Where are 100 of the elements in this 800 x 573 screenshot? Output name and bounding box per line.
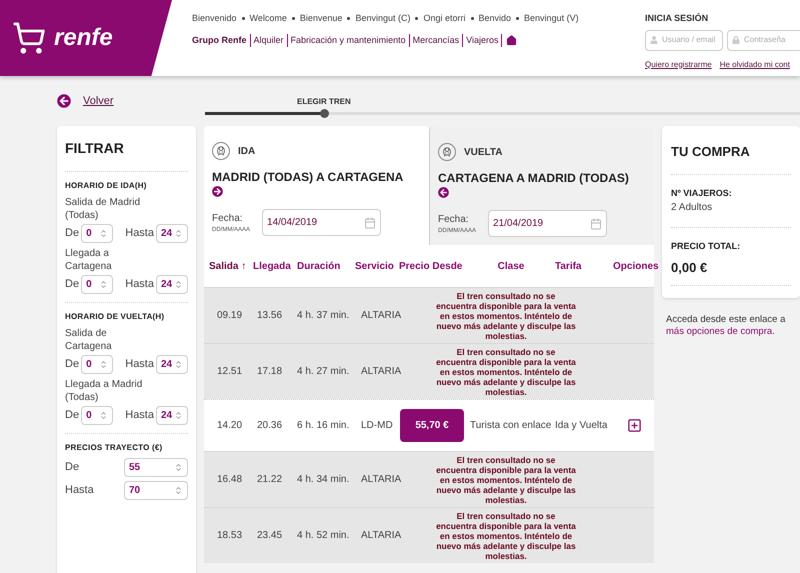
table-cell-text: 12.51 [216,365,244,379]
table-cell-text: 17.18 [256,365,284,379]
column-header[interactable]: Opciones [613,258,657,274]
language-link[interactable]: Benvingut (V) [524,12,579,26]
train-row[interactable]: 12.51 17.18 4 h. 27 min. ALTARIA El tren consultado no se encuentra disponible para la venta en estos momentos. Inténtelo de nuevo más adelante y disculpe las molestias. [204,343,654,399]
arrow-right-icon [212,186,223,197]
nav-link[interactable]: Fabricación y mantenimiento [288,34,410,47]
login-link[interactable]: Quiero registrarme [645,58,712,70]
column-header[interactable]: Llegada [253,258,297,274]
arrow-left-icon [438,187,449,198]
number-field[interactable]: 0 [81,406,114,425]
stepper-icon [174,411,183,420]
language-link[interactable]: Bienvenido [192,12,237,26]
column-header[interactable]: Salida ↑ [209,258,253,274]
number-field[interactable]: 24 [156,406,188,425]
stepper-icon [174,229,183,238]
route-title: CARTAGENA A MADRID (TODAS) [438,170,630,187]
section-title: HORARIO DE VUELTA(H) [65,311,166,323]
field-label: Salida de Cartagena [65,327,113,353]
language-link[interactable]: Bienvenue [300,12,342,26]
progress-label: ELEGIR TREN [296,96,352,108]
logo-text: renfe [54,23,113,53]
section-title: HORARIO DE IDA(H) [65,180,148,192]
nav-link[interactable]: Mercancías [410,34,464,47]
travellers-label: Nº VIAJEROS: [671,186,733,200]
unavailable-message: El tren consultado no se encuentra disponible para la venta en estos momentos. Inténtelo de nuevo más adelante y disculpe las molestias. [436,290,576,340]
column-header[interactable]: Duración [297,258,355,274]
language-link[interactable]: Ongi etorri [423,12,466,26]
language-link[interactable]: Benvido [478,12,512,26]
field-label: De [65,460,80,476]
language-link[interactable]: Welcome [250,12,287,26]
back-link[interactable]: Volver [83,92,114,110]
table-cell-text: Ida y Vuelta [555,419,608,433]
train-row[interactable]: 09.19 13.56 4 h. 37 min. ALTARIA El tren consultado no se encuentra disponible para la venta en estos momentos. Inténtelo de nuevo más adelante y disculpe las molestias. [204,287,654,343]
home-icon[interactable] [506,34,518,46]
stepper-icon [99,360,108,369]
field-label: Hasta [125,408,154,424]
number-field[interactable]: 55 [124,458,188,477]
table-cell-text: 09.19 [216,309,244,323]
table-cell-text: Turista con enlace [469,419,552,433]
table-cell-text: ALTARIA [360,473,399,487]
field-label: De [65,357,80,372]
date-field[interactable]: 21/04/2019 [488,210,608,237]
section-title: PRECIOS TRAYECTO (€) [65,442,164,454]
table-cell-text: 20.36 [256,419,284,433]
number-field[interactable]: 0 [81,224,114,243]
date-label: Fecha: [438,212,470,226]
table-cell-text: 13.56 [256,309,284,323]
number-field[interactable]: 24 [156,224,188,243]
table-cell-text: 18.53 [216,529,244,543]
train-icon [438,143,456,161]
table-cell-text: 16.48 [216,473,244,487]
table-cell-text: ALTARIA [360,309,399,323]
field-label: De [65,226,80,242]
column-header[interactable]: Servicio [355,258,399,274]
price-button[interactable]: 55,70 € [400,409,464,442]
unavailable-message: El tren consultado no se encuentra disponible para la venta en estos momentos. Inténtelo de nuevo más adelante y disculpe las molestias. [436,346,576,396]
stepper-icon [174,486,183,495]
number-field[interactable]: 24 [156,275,188,294]
number-field[interactable]: 0 [81,275,114,294]
filter-title: FILTRAR [65,139,125,158]
field-label: Hasta [65,483,94,498]
table-cell-text: 6 h. 16 min. [297,419,350,433]
stepper-icon [174,360,183,369]
purchase-note: Acceda desde este enlace a más opciones de compra. [665,314,786,338]
stepper-icon [99,280,108,289]
back-icon[interactable] [57,94,71,108]
lock-icon [732,36,740,44]
total-label: PRECIO TOTAL: [671,240,742,253]
login-link[interactable]: He olvidado mi cont [720,58,790,70]
logo[interactable]: renfe [0,0,172,76]
nav-link[interactable]: Grupo Renfe [192,34,251,47]
purchase-options-link[interactable]: más opciones de compra. [666,326,775,337]
number-field[interactable]: 70 [124,481,188,500]
table-cell-text: 21.22 [256,473,284,487]
field-label: Hasta [125,357,154,372]
table-cell-text: 4 h. 37 min. [297,309,350,323]
train-row[interactable]: 18.53 23.45 4 h. 52 min. ALTARIA El tren consultado no se encuentra disponible para la venta en estos momentos. Inténtelo de nuevo más adelante y disculpe las molestias. [204,507,654,563]
column-header[interactable]: Tarifa [555,258,613,274]
train-row[interactable]: 16.48 21.22 4 h. 34 min. ALTARIA El tren consultado no se encuentra disponible para la venta en estos momentos. Inténtelo de nuevo más adelante y disculpe las molestias. [204,451,654,507]
number-field[interactable]: 24 [156,355,188,374]
date-field[interactable]: 14/04/2019 [262,209,382,236]
column-header[interactable]: Precio Desde [399,258,467,274]
unavailable-message: El tren consultado no se encuentra disponible para la venta en estos momentos. Inténtelo de nuevo más adelante y disculpe las molestias. [436,510,576,560]
table-cell-text: 4 h. 27 min. [297,365,350,379]
add-icon[interactable] [627,418,642,433]
train-icon [212,142,230,160]
stepper-icon [99,411,108,420]
nav-link[interactable]: Viajeros [463,34,502,47]
column-header[interactable]: Clase [467,258,555,274]
nav-link[interactable]: Alquiler [250,34,288,47]
unavailable-message: El tren consultado no se encuentra disponible para la venta en estos momentos. Inténtelo de nuevo más adelante y disculpe las molestias. [436,454,576,504]
language-link[interactable]: Benvingut (C) [355,12,410,26]
user-icon [650,36,658,44]
field-label: Llegada a Madrid (Todas) [65,378,144,404]
login-title: INICIA SESIÓN [645,12,710,25]
field-label: De [65,277,80,292]
calendar-icon [364,216,376,228]
table-cell-text: 14.20 [216,419,244,433]
number-field[interactable]: 0 [81,355,114,374]
